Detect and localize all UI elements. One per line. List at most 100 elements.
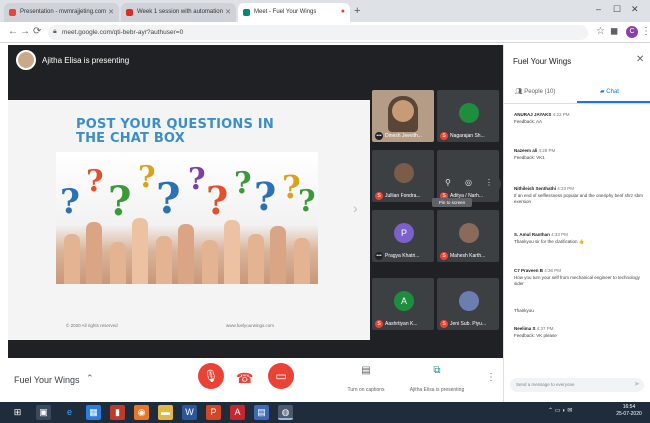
more-options-icon[interactable]: ⋮ xyxy=(486,372,496,383)
new-tab-button[interactable]: + xyxy=(354,5,360,17)
participant-avatar xyxy=(459,103,479,123)
participant-avatar: P xyxy=(394,223,414,243)
chat-text: If an end of selflessness popular and th… xyxy=(514,193,643,204)
menu-kebab-icon[interactable]: ⋮ xyxy=(641,26,650,37)
participant-tile[interactable]: Dinesh Jeevith... ••• xyxy=(372,90,434,142)
chevron-right-icon[interactable]: › xyxy=(353,200,358,216)
chat-sender: ANURAJ JAYAKS 4:22 PM xyxy=(514,112,570,117)
chat-sender: Neelima S 4:37 PM xyxy=(514,326,554,331)
maximize-icon[interactable]: ☐ xyxy=(613,4,621,15)
captions-icon[interactable]: ▤ xyxy=(341,365,391,376)
firefox-icon[interactable]: ◉ xyxy=(134,405,149,420)
tab-label: Week 1 session with automation xyxy=(137,9,223,15)
people-icon: 👥︎ xyxy=(515,89,525,95)
app-icon[interactable]: ▮ xyxy=(110,405,125,420)
windows-start-icon[interactable]: ⊞ xyxy=(10,405,25,420)
camera-off-button[interactable]: ▭ xyxy=(268,363,294,389)
mic-muted-icon: S xyxy=(375,320,383,328)
tab-label: Presentation - mvmrajjeting.com xyxy=(20,9,107,15)
taskbar-clock[interactable]: 16:54 25-07-2020 xyxy=(614,404,644,418)
more-options-icon[interactable]: ⋮ xyxy=(485,178,493,187)
participant-avatar: A xyxy=(394,291,414,311)
chat-message: Nazeem ali 4:28 PM Feedback: VK1 xyxy=(514,148,644,161)
app-icon[interactable]: ▤ xyxy=(254,405,269,420)
chat-message: S. Amul Ranthan 4:33 PM Thankyou sir for… xyxy=(514,232,644,245)
browser-tab-2[interactable]: Week 1 session with automation ✕ xyxy=(121,3,236,22)
chat-text: Feedback: VK please xyxy=(514,333,557,338)
forward-icon[interactable]: → xyxy=(20,26,30,37)
pdf-reader-icon[interactable]: A xyxy=(230,405,245,420)
chat-text: How you turn your self from mechanical e… xyxy=(514,275,640,286)
participant-avatar xyxy=(394,163,414,183)
participant-tile[interactable]: A S Aashrtiyan K... xyxy=(372,278,434,330)
chat-text: Feedback: VK1 xyxy=(514,155,545,160)
participant-name: Nagarajan Sh... xyxy=(450,133,485,139)
clock-time: 16:54 xyxy=(622,404,636,410)
task-view-icon[interactable]: ▣ xyxy=(36,405,51,420)
tile-hover-controls: ⚲ ◎ ⋮ xyxy=(437,175,501,193)
mute-icon[interactable]: ◎ xyxy=(465,178,472,187)
side-panel xyxy=(503,45,650,402)
presenter-avatar xyxy=(16,50,36,70)
close-icon[interactable]: ✕ xyxy=(636,54,644,65)
chat-message: Thankyou xyxy=(514,306,644,314)
close-tab-icon[interactable]: ✕ xyxy=(225,8,231,16)
tray-icons[interactable]: ⌃ ▭ ◗ ✉ xyxy=(548,407,572,414)
folder-icon[interactable]: ▬ xyxy=(158,405,173,420)
bookmark-star-icon[interactable]: ☆ xyxy=(596,26,605,37)
browser-tab-3-active[interactable]: Meet - Fuel Your Wings ● xyxy=(238,3,350,22)
slide-footer-right: www.fuelyourwings.com xyxy=(226,323,275,328)
audio-level-icon: ••• xyxy=(375,252,383,260)
captions-label[interactable]: Turn on captions xyxy=(338,387,394,393)
mic-off-button[interactable]: 🎙︎ xyxy=(198,363,224,389)
participant-name: Pragya Khatri... xyxy=(385,253,420,259)
presenter-banner: Ajitha Elisa is presenting xyxy=(42,56,130,65)
meeting-name[interactable]: Fuel Your Wings xyxy=(14,375,80,385)
tab-people[interactable]: 👥︎ People (10) xyxy=(515,88,555,95)
slide-title: POST YOUR QUESTIONS IN THE CHAT BOX xyxy=(76,118,306,146)
camera-off-icon: ▭ xyxy=(275,369,287,383)
pin-icon[interactable]: ⚲ xyxy=(445,178,451,187)
panel-title: Fuel Your Wings xyxy=(513,57,572,66)
present-screen-icon[interactable]: ⧉ xyxy=(412,365,462,376)
mic-muted-icon: S xyxy=(440,252,448,260)
participant-tile[interactable]: S Jeni Sub. Piyu... xyxy=(437,278,499,330)
powerpoint-icon[interactable]: P xyxy=(206,405,221,420)
participant-tile[interactable]: P ••• Pragya Khatri... xyxy=(372,210,434,262)
presenting-label[interactable]: Ajitha Elisa is presenting xyxy=(409,387,465,393)
profile-avatar[interactable]: C xyxy=(626,26,638,38)
meet-favicon-icon xyxy=(243,9,250,16)
chat-input[interactable]: Send a message to everyone xyxy=(510,378,644,392)
mic-muted-icon: S xyxy=(440,132,448,140)
chat-sender: Nazeem ali 4:28 PM xyxy=(514,148,556,153)
window-close-icon[interactable]: ✕ xyxy=(631,4,639,15)
extension-icon[interactable]: ◼ xyxy=(610,26,618,37)
reload-icon[interactable]: ⟳ xyxy=(33,26,41,37)
chat-message: Nithileish Senthathi 4:33 PM If an end o… xyxy=(514,186,644,205)
url-bar[interactable]: meet.google.com/qti-bebr-ayr?authuser=0 xyxy=(48,25,588,40)
chevron-up-icon[interactable]: ⌃ xyxy=(86,373,94,384)
send-icon[interactable]: ➤ xyxy=(634,380,640,388)
minimize-icon[interactable]: – xyxy=(596,4,601,14)
close-tab-icon[interactable]: ✕ xyxy=(108,8,114,16)
file-explorer-icon[interactable]: ▦ xyxy=(86,405,101,420)
participant-name: Aashrtiyan K... xyxy=(385,321,418,327)
edge-icon[interactable]: e xyxy=(62,405,77,420)
participant-tile[interactable]: S Mahesh Karth... xyxy=(437,210,499,262)
mic-muted-icon: S xyxy=(440,320,448,328)
participant-avatar xyxy=(459,223,479,243)
chrome-icon[interactable]: ◍ xyxy=(278,405,293,420)
chat-message: ANURAJ JAYAKS 4:22 PM Feedback: AA xyxy=(514,112,644,125)
chat-text: Feedback: AA xyxy=(514,119,543,124)
hang-up-button[interactable]: ☎︎ xyxy=(236,370,253,387)
divider xyxy=(503,103,650,104)
participant-tile[interactable]: S Nagarajan Sh... xyxy=(437,90,499,142)
browser-tab-1[interactable]: Presentation - mvmrajjeting.com ✕ xyxy=(4,3,119,22)
favicon-icon xyxy=(126,9,133,16)
participant-name: Dinesh Jeevith... xyxy=(385,133,422,139)
mic-off-icon: 🎙︎ xyxy=(203,369,219,383)
back-icon[interactable]: ← xyxy=(8,26,18,37)
participant-tile[interactable]: S Jullian Fondra... xyxy=(372,150,434,202)
tab-chat[interactable]: ▰ Chat xyxy=(600,88,619,95)
word-icon[interactable]: W xyxy=(182,405,197,420)
